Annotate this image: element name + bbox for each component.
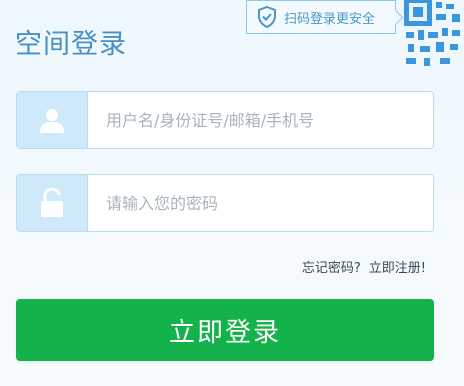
account-links: 忘记密码? 立即注册! [302,257,426,276]
forgot-password-link[interactable]: 忘记密码? [302,257,361,276]
qr-tip-label: 扫码登录更安全 [284,11,376,27]
qr-code-icon[interactable] [396,0,464,68]
register-link[interactable]: 立即注册! [369,257,426,276]
password-input[interactable] [88,175,433,231]
password-field[interactable] [16,174,434,232]
shield-check-icon [257,6,277,28]
qr-login-tip[interactable]: 扫码登录更安全 [246,0,396,34]
username-input[interactable] [88,92,433,148]
user-icon [17,92,88,148]
page-title: 空间登录 [15,29,127,60]
login-button[interactable]: 立即登录 [16,299,434,361]
username-field[interactable] [16,91,434,149]
unlock-icon [17,175,88,231]
